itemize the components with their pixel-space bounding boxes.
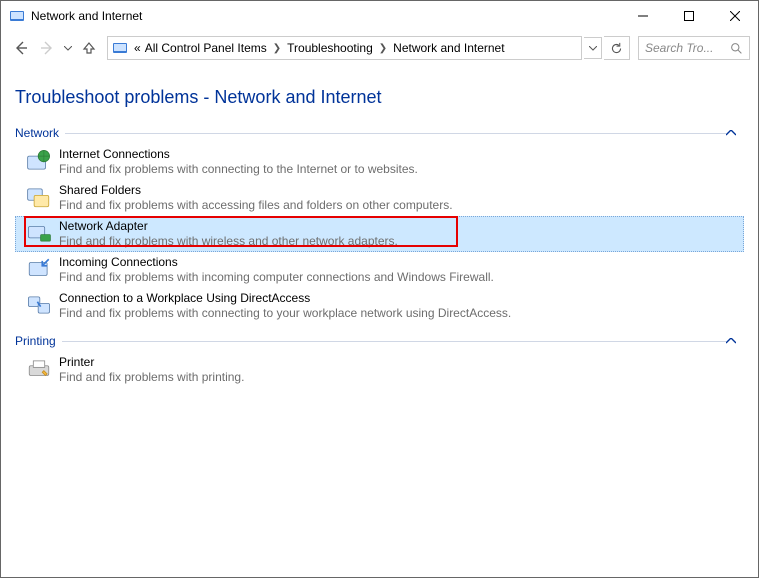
titlebar: Network and Internet [1,1,758,31]
search-icon [730,42,743,55]
maximize-button[interactable] [666,1,712,31]
address-bar-dropdown[interactable] [584,37,602,59]
network-items: Internet Connections Find and fix proble… [15,144,744,324]
chevron-right-icon[interactable]: ❯ [269,43,285,54]
item-directaccess[interactable]: Connection to a Workplace Using DirectAc… [15,288,744,324]
item-desc: Find and fix problems with connecting to… [59,162,418,177]
network-adapter-icon [25,219,53,247]
window-controls [620,1,758,31]
window-title: Network and Internet [31,9,620,23]
printer-icon [25,355,53,383]
collapse-icon[interactable] [726,338,744,344]
address-bar[interactable]: « All Control Panel Items ❯ Troubleshoot… [107,36,582,60]
section-header-network[interactable]: Network [15,126,744,140]
section-rule [62,341,726,342]
item-title: Shared Folders [59,183,453,198]
item-title: Incoming Connections [59,255,494,270]
section-label: Network [15,126,59,140]
incoming-connections-icon [25,255,53,283]
breadcrumb-segment[interactable]: Network and Internet [391,41,506,55]
globe-monitor-icon [25,147,53,175]
breadcrumb-segment[interactable]: All Control Panel Items [143,41,269,55]
page-title: Troubleshoot problems - Network and Inte… [15,87,744,108]
item-desc: Find and fix problems with connecting to… [59,306,511,321]
navigation-bar: « All Control Panel Items ❯ Troubleshoot… [1,31,758,65]
recent-locations-button[interactable] [61,36,75,60]
chevron-right-icon[interactable]: ❯ [375,43,391,54]
minimize-button[interactable] [620,1,666,31]
up-button[interactable] [77,36,101,60]
search-placeholder: Search Tro... [645,41,713,55]
item-incoming-connections[interactable]: Incoming Connections Find and fix proble… [15,252,744,288]
window-icon [9,8,25,24]
refresh-button[interactable] [604,36,630,60]
search-input[interactable]: Search Tro... [638,36,750,60]
section-header-printing[interactable]: Printing [15,334,744,348]
section-label: Printing [15,334,56,348]
item-title: Printer [59,355,244,370]
close-button[interactable] [712,1,758,31]
section-rule [65,133,726,134]
item-desc: Find and fix problems with accessing fil… [59,198,453,213]
back-button[interactable] [9,36,33,60]
forward-button[interactable] [35,36,59,60]
item-title: Network Adapter [59,219,398,234]
workplace-connection-icon [25,291,53,319]
item-title: Internet Connections [59,147,418,162]
printing-items: Printer Find and fix problems with print… [15,352,744,388]
shared-folders-icon [25,183,53,211]
item-internet-connections[interactable]: Internet Connections Find and fix proble… [15,144,744,180]
content-area: Troubleshoot problems - Network and Inte… [1,65,758,388]
item-network-adapter[interactable]: Network Adapter Find and fix problems wi… [15,216,744,252]
item-printer[interactable]: Printer Find and fix problems with print… [15,352,744,388]
item-shared-folders[interactable]: Shared Folders Find and fix problems wit… [15,180,744,216]
collapse-icon[interactable] [726,130,744,136]
breadcrumb-prefix[interactable]: « [132,41,143,55]
item-desc: Find and fix problems with incoming comp… [59,270,494,285]
item-desc: Find and fix problems with wireless and … [59,234,398,249]
breadcrumb-segment[interactable]: Troubleshooting [285,41,375,55]
address-bar-icon [112,40,128,56]
item-desc: Find and fix problems with printing. [59,370,244,385]
item-title: Connection to a Workplace Using DirectAc… [59,291,511,306]
